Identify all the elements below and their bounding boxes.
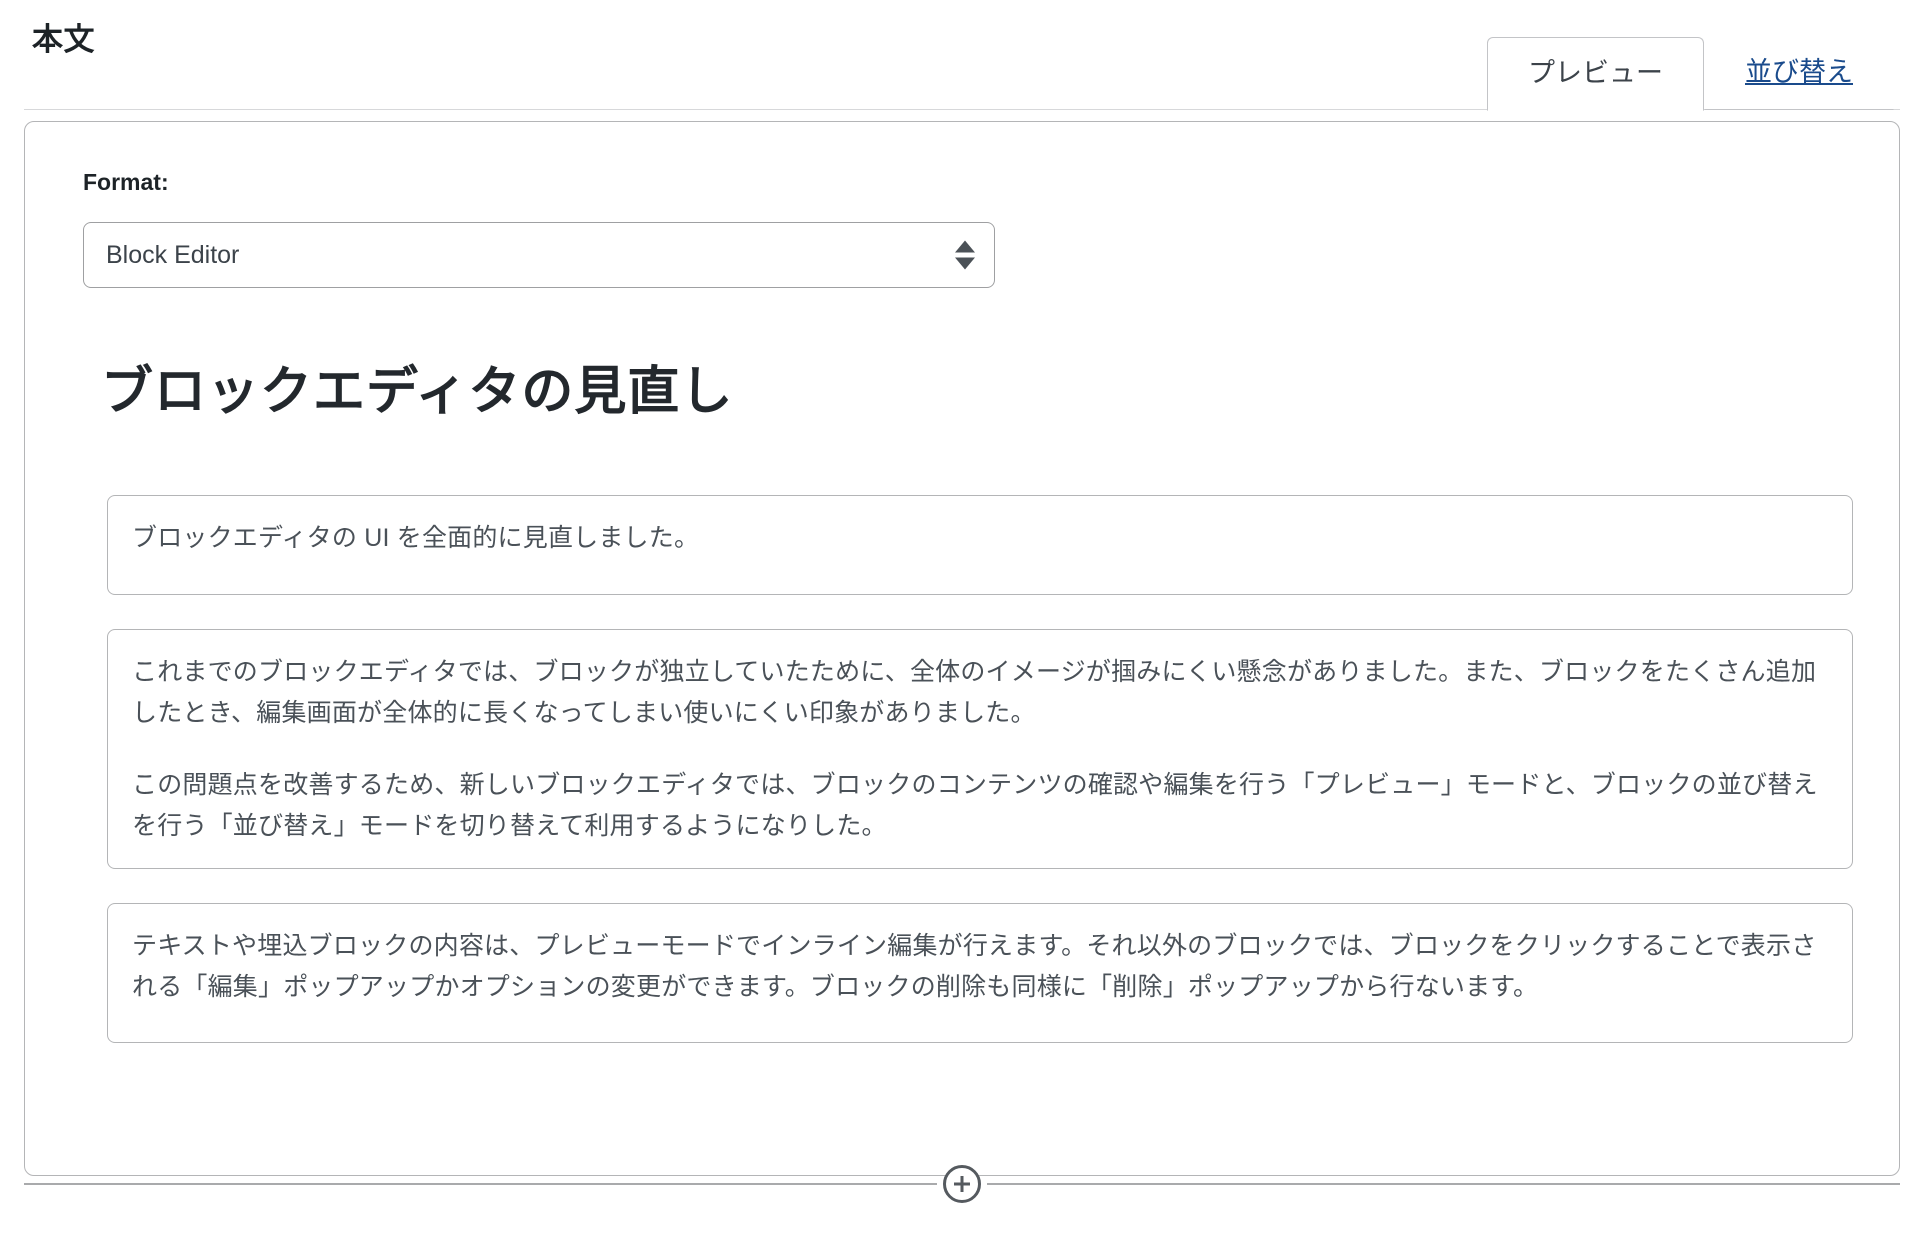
add-block-divider [24, 1164, 1900, 1204]
add-block-button[interactable] [943, 1165, 981, 1203]
editor-block[interactable]: これまでのブロックエディタでは、ブロックが独立していたために、全体のイメージが掴… [107, 629, 1853, 870]
block-paragraph: この問題点を改善するため、新しいブロックエディタでは、ブロックのコンテンツの確認… [132, 771, 1818, 840]
format-select-value: Block Editor [106, 240, 240, 269]
editor-block[interactable]: テキストや埋込ブロックの内容は、プレビューモードでインライン編集が行えます。それ… [107, 903, 1853, 1044]
block-list: ブロックエディタの UI を全面的に見直しました。 これまでのブロックエディタで… [107, 495, 1853, 1044]
page-title: 本文 [32, 21, 95, 57]
tab-preview[interactable]: プレビュー [1487, 37, 1704, 111]
tab-bar: プレビュー 並び替え [1487, 0, 1900, 111]
format-select[interactable]: Block Editor [83, 222, 995, 289]
editor-screen: 本文 プレビュー 並び替え Format: Block Editor ブロックエ… [0, 0, 1924, 1240]
tab-reorder[interactable]: 並び替え [1704, 36, 1894, 110]
divider-rule-left [24, 1183, 937, 1185]
block-paragraph: ブロックエディタの UI を全面的に見直しました。 [132, 524, 700, 553]
editor-block[interactable]: ブロックエディタの UI を全面的に見直しました。 [107, 495, 1853, 596]
block-paragraph: これまでのブロックエディタでは、ブロックが独立していたために、全体のイメージが掴… [132, 658, 1817, 727]
format-select-wrapper: Block Editor [83, 222, 995, 289]
format-label: Format: [83, 169, 169, 195]
editor-panel: Format: Block Editor ブロックエディタの見直し ブロックエデ… [24, 121, 1900, 1176]
document-heading: ブロックエディタの見直し [101, 363, 734, 422]
block-paragraph: テキストや埋込ブロックの内容は、プレビューモードでインライン編集が行えます。それ… [132, 932, 1817, 1001]
header: 本文 プレビュー 並び替え [24, 0, 1900, 111]
divider-rule-right [987, 1183, 1900, 1185]
